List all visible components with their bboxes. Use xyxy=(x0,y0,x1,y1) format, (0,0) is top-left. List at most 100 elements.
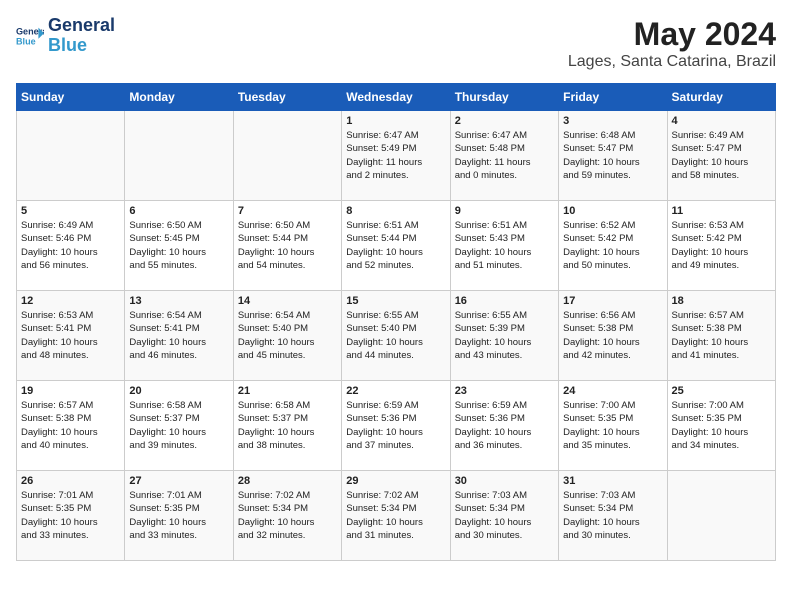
day-number: 13 xyxy=(129,295,228,307)
day-number: 7 xyxy=(238,205,337,217)
day-number: 24 xyxy=(563,385,662,397)
day-number: 28 xyxy=(238,475,337,487)
day-number: 5 xyxy=(21,205,120,217)
calendar-title: May 2024 xyxy=(568,16,776,53)
calendar-cell: 19 Sunrise: 6:57 AM Sunset: 5:38 PM Dayli… xyxy=(17,381,125,471)
calendar-cell: 22Sunrise: 6:59 AM Sunset: 5:36 PM Dayli… xyxy=(342,381,450,471)
day-info: Sunrise: 6:50 AM Sunset: 5:45 PM Dayligh… xyxy=(129,219,228,272)
day-number: 21 xyxy=(238,385,337,397)
day-info: Sunrise: 6:53 AM Sunset: 5:42 PM Dayligh… xyxy=(672,219,771,272)
day-number: 25 xyxy=(672,385,771,397)
day-number: 31 xyxy=(563,475,662,487)
day-info: Sunrise: 6:58 AM Sunset: 5:37 PM Dayligh… xyxy=(129,399,228,452)
day-number: 17 xyxy=(563,295,662,307)
day-info: Sunrise: 6:55 AM Sunset: 5:40 PM Dayligh… xyxy=(346,309,445,362)
weekday-header-wednesday: Wednesday xyxy=(342,84,450,111)
calendar-week-row: 19 Sunrise: 6:57 AM Sunset: 5:38 PM Dayli… xyxy=(17,381,776,471)
day-info: Sunrise: 7:02 AM Sunset: 5:34 PM Dayligh… xyxy=(238,489,337,542)
calendar-cell: 14 Sunrise: 6:54 AM Sunset: 5:40 PM Dayli… xyxy=(233,291,341,381)
day-number: 10 xyxy=(563,205,662,217)
day-number: 1 xyxy=(346,115,445,127)
calendar-cell: 17 Sunrise: 6:56 AM Sunset: 5:38 PM Dayli… xyxy=(559,291,667,381)
calendar-cell: 12Sunrise: 6:53 AM Sunset: 5:41 PM Dayli… xyxy=(17,291,125,381)
day-info: Sunrise: 6:49 AM Sunset: 5:46 PM Dayligh… xyxy=(21,219,120,272)
calendar-table: SundayMondayTuesdayWednesdayThursdayFrid… xyxy=(16,83,776,561)
day-info: Sunrise: 6:58 AM Sunset: 5:37 PM Dayligh… xyxy=(238,399,337,452)
day-info: Sunrise: 6:47 AM Sunset: 5:49 PM Dayligh… xyxy=(346,129,445,182)
day-number: 15 xyxy=(346,295,445,307)
day-info: Sunrise: 7:03 AM Sunset: 5:34 PM Dayligh… xyxy=(563,489,662,542)
day-number: 18 xyxy=(672,295,771,307)
calendar-cell: 21 Sunrise: 6:58 AM Sunset: 5:37 PM Dayli… xyxy=(233,381,341,471)
weekday-header-sunday: Sunday xyxy=(17,84,125,111)
calendar-cell: 24Sunrise: 7:00 AM Sunset: 5:35 PM Dayli… xyxy=(559,381,667,471)
day-info: Sunrise: 6:54 AM Sunset: 5:40 PM Dayligh… xyxy=(238,309,337,362)
calendar-week-row: 5 Sunrise: 6:49 AM Sunset: 5:46 PM Daylig… xyxy=(17,201,776,291)
day-number: 12 xyxy=(21,295,120,307)
weekday-header-friday: Friday xyxy=(559,84,667,111)
page-header: General Blue General Blue May 2024 Lages… xyxy=(16,16,776,71)
weekday-header-monday: Monday xyxy=(125,84,233,111)
calendar-cell: 23Sunrise: 6:59 AM Sunset: 5:36 PM Dayli… xyxy=(450,381,558,471)
day-number: 16 xyxy=(455,295,554,307)
day-info: Sunrise: 6:52 AM Sunset: 5:42 PM Dayligh… xyxy=(563,219,662,272)
day-info: Sunrise: 6:57 AM Sunset: 5:38 PM Dayligh… xyxy=(21,399,120,452)
calendar-subtitle: Lages, Santa Catarina, Brazil xyxy=(568,53,776,71)
calendar-cell: 29 Sunrise: 7:02 AM Sunset: 5:34 PM Dayli… xyxy=(342,471,450,561)
day-number: 2 xyxy=(455,115,554,127)
weekday-header-saturday: Saturday xyxy=(667,84,775,111)
day-number: 3 xyxy=(563,115,662,127)
calendar-cell: 3 Sunrise: 6:48 AM Sunset: 5:47 PM Daylig… xyxy=(559,111,667,201)
calendar-cell: 8Sunrise: 6:51 AM Sunset: 5:44 PM Daylig… xyxy=(342,201,450,291)
day-info: Sunrise: 6:48 AM Sunset: 5:47 PM Dayligh… xyxy=(563,129,662,182)
day-number: 23 xyxy=(455,385,554,397)
calendar-cell: 7 Sunrise: 6:50 AM Sunset: 5:44 PM Daylig… xyxy=(233,201,341,291)
calendar-cell: 30 Sunrise: 7:03 AM Sunset: 5:34 PM Dayli… xyxy=(450,471,558,561)
calendar-cell: 9Sunrise: 6:51 AM Sunset: 5:43 PM Daylig… xyxy=(450,201,558,291)
day-info: Sunrise: 6:49 AM Sunset: 5:47 PM Dayligh… xyxy=(672,129,771,182)
day-info: Sunrise: 6:51 AM Sunset: 5:43 PM Dayligh… xyxy=(455,219,554,272)
day-number: 14 xyxy=(238,295,337,307)
calendar-cell xyxy=(233,111,341,201)
day-number: 26 xyxy=(21,475,120,487)
day-info: Sunrise: 7:02 AM Sunset: 5:34 PM Dayligh… xyxy=(346,489,445,542)
title-block: May 2024 Lages, Santa Catarina, Brazil xyxy=(568,16,776,71)
calendar-cell: 6 Sunrise: 6:50 AM Sunset: 5:45 PM Daylig… xyxy=(125,201,233,291)
logo-text: General Blue xyxy=(48,16,115,56)
day-number: 4 xyxy=(672,115,771,127)
calendar-cell: 1 Sunrise: 6:47 AM Sunset: 5:49 PM Daylig… xyxy=(342,111,450,201)
day-number: 6 xyxy=(129,205,228,217)
calendar-cell: 18 Sunrise: 6:57 AM Sunset: 5:38 PM Dayli… xyxy=(667,291,775,381)
calendar-week-row: 26 Sunrise: 7:01 AM Sunset: 5:35 PM Dayli… xyxy=(17,471,776,561)
weekday-header-row: SundayMondayTuesdayWednesdayThursdayFrid… xyxy=(17,84,776,111)
day-info: Sunrise: 7:03 AM Sunset: 5:34 PM Dayligh… xyxy=(455,489,554,542)
calendar-cell xyxy=(17,111,125,201)
calendar-cell: 20Sunrise: 6:58 AM Sunset: 5:37 PM Dayli… xyxy=(125,381,233,471)
day-number: 27 xyxy=(129,475,228,487)
calendar-cell: 11Sunrise: 6:53 AM Sunset: 5:42 PM Dayli… xyxy=(667,201,775,291)
day-info: Sunrise: 6:54 AM Sunset: 5:41 PM Dayligh… xyxy=(129,309,228,362)
day-number: 30 xyxy=(455,475,554,487)
svg-text:Blue: Blue xyxy=(16,36,36,46)
day-info: Sunrise: 7:01 AM Sunset: 5:35 PM Dayligh… xyxy=(129,489,228,542)
calendar-cell: 10 Sunrise: 6:52 AM Sunset: 5:42 PM Dayli… xyxy=(559,201,667,291)
day-info: Sunrise: 6:47 AM Sunset: 5:48 PM Dayligh… xyxy=(455,129,554,182)
day-info: Sunrise: 7:00 AM Sunset: 5:35 PM Dayligh… xyxy=(672,399,771,452)
day-info: Sunrise: 6:56 AM Sunset: 5:38 PM Dayligh… xyxy=(563,309,662,362)
calendar-cell: 5 Sunrise: 6:49 AM Sunset: 5:46 PM Daylig… xyxy=(17,201,125,291)
calendar-cell: 27 Sunrise: 7:01 AM Sunset: 5:35 PM Dayli… xyxy=(125,471,233,561)
logo: General Blue General Blue xyxy=(16,16,115,56)
day-number: 29 xyxy=(346,475,445,487)
calendar-cell: 16Sunrise: 6:55 AM Sunset: 5:39 PM Dayli… xyxy=(450,291,558,381)
calendar-cell: 13 Sunrise: 6:54 AM Sunset: 5:41 PM Dayli… xyxy=(125,291,233,381)
day-number: 19 xyxy=(21,385,120,397)
day-info: Sunrise: 6:59 AM Sunset: 5:36 PM Dayligh… xyxy=(346,399,445,452)
calendar-cell: 28 Sunrise: 7:02 AM Sunset: 5:34 PM Dayli… xyxy=(233,471,341,561)
logo-icon: General Blue xyxy=(16,22,44,50)
calendar-week-row: 1 Sunrise: 6:47 AM Sunset: 5:49 PM Daylig… xyxy=(17,111,776,201)
calendar-cell: 25 Sunrise: 7:00 AM Sunset: 5:35 PM Dayli… xyxy=(667,381,775,471)
day-info: Sunrise: 6:57 AM Sunset: 5:38 PM Dayligh… xyxy=(672,309,771,362)
day-info: Sunrise: 7:01 AM Sunset: 5:35 PM Dayligh… xyxy=(21,489,120,542)
day-info: Sunrise: 6:50 AM Sunset: 5:44 PM Dayligh… xyxy=(238,219,337,272)
calendar-cell: 2 Sunrise: 6:47 AM Sunset: 5:48 PM Daylig… xyxy=(450,111,558,201)
